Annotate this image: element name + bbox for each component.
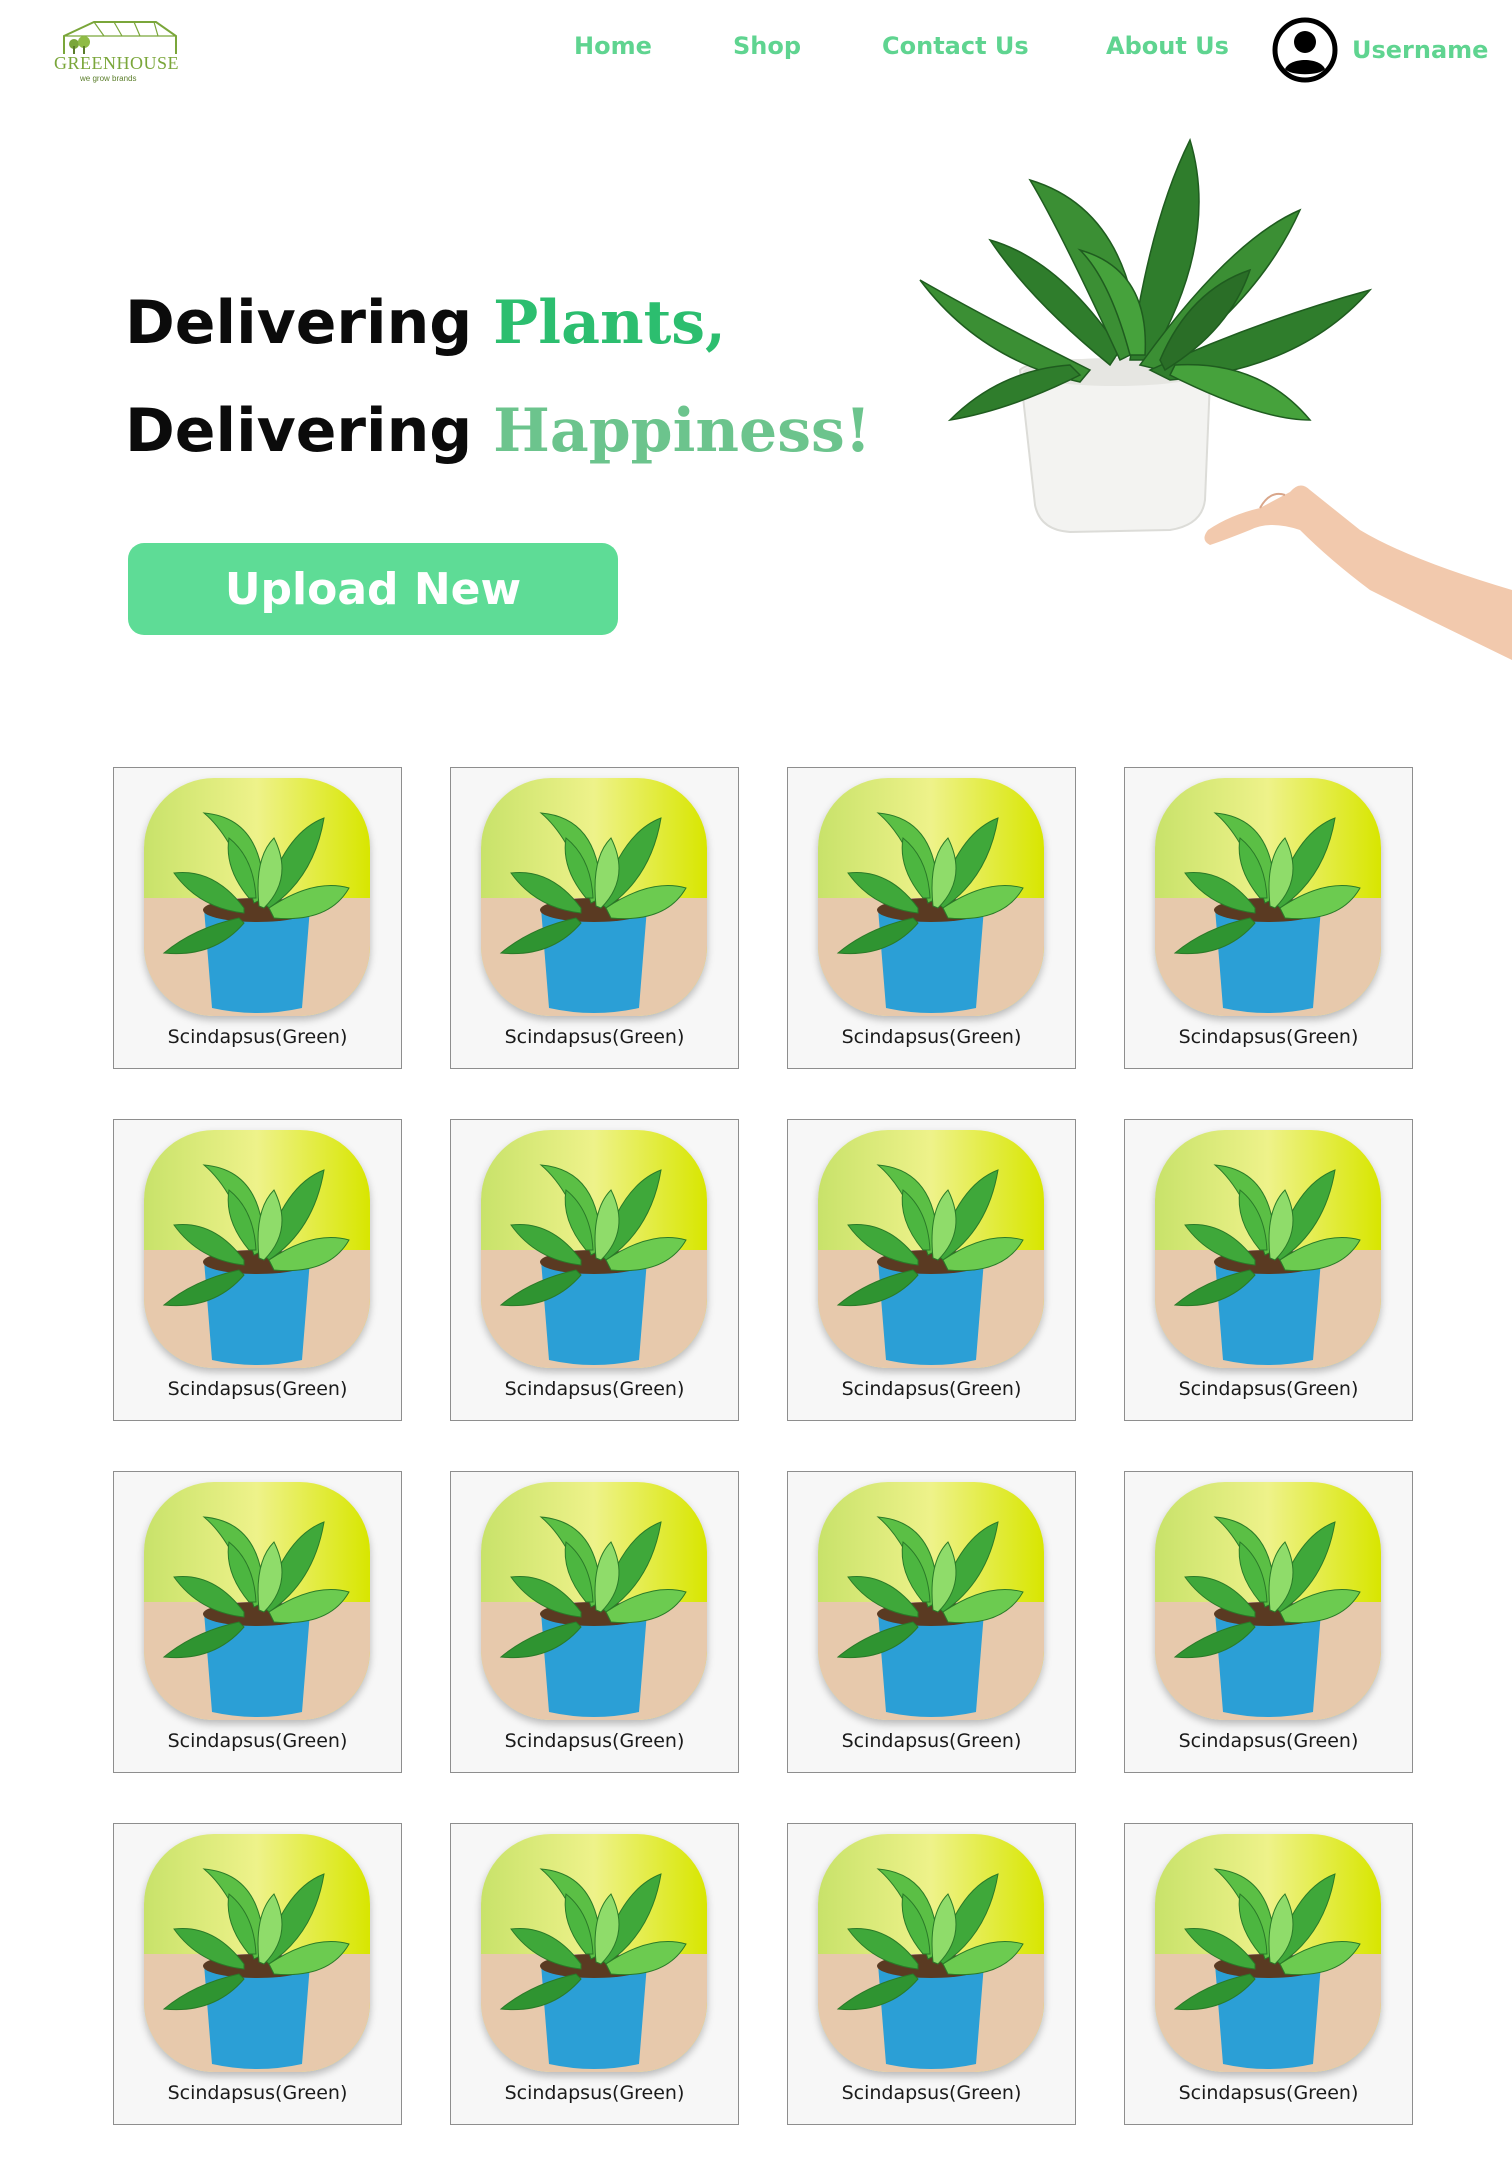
logo-wordmark: GREENHOUSE <box>54 53 179 73</box>
product-card[interactable]: Scindapsus(Green) <box>450 1823 739 2125</box>
hero-line2-accent: Happiness! <box>493 396 872 466</box>
hero-line1-prefix: Delivering <box>125 288 473 358</box>
pothos-blue-pot-image <box>481 1834 707 2072</box>
pothos-blue-pot-image <box>1155 1834 1381 2072</box>
product-card[interactable]: Scindapsus(Green) <box>787 767 1076 1069</box>
product-name: Scindapsus(Green) <box>841 1026 1022 1048</box>
product-name: Scindapsus(Green) <box>504 1730 685 1752</box>
product-image <box>818 778 1044 1016</box>
product-name: Scindapsus(Green) <box>167 1026 348 1048</box>
product-card[interactable]: Scindapsus(Green) <box>787 1471 1076 1773</box>
product-image <box>481 1834 707 2072</box>
product-name: Scindapsus(Green) <box>841 2082 1022 2104</box>
product-image <box>1155 778 1381 1016</box>
product-name: Scindapsus(Green) <box>1178 1026 1359 1048</box>
greenhouse-icon <box>63 21 177 54</box>
product-card[interactable]: Scindapsus(Green) <box>450 767 739 1069</box>
pothos-blue-pot-image <box>144 1482 370 1720</box>
product-name: Scindapsus(Green) <box>167 2082 348 2104</box>
product-name: Scindapsus(Green) <box>167 1730 348 1752</box>
hero-headline-2: Delivering Happiness! <box>125 396 871 466</box>
user-avatar-icon <box>1272 17 1338 83</box>
product-image <box>144 778 370 1016</box>
product-name: Scindapsus(Green) <box>841 1730 1022 1752</box>
product-name: Scindapsus(Green) <box>1178 1730 1359 1752</box>
product-image <box>1155 1482 1381 1720</box>
product-image <box>144 1130 370 1368</box>
pothos-blue-pot-image <box>818 1482 1044 1720</box>
product-image <box>481 778 707 1016</box>
upload-new-button[interactable]: Upload New <box>128 543 618 635</box>
plant-in-hand-image <box>919 137 1512 660</box>
product-image <box>481 1482 707 1720</box>
user-menu[interactable]: Username <box>1272 14 1488 86</box>
product-card[interactable]: Scindapsus(Green) <box>787 1823 1076 2125</box>
product-name: Scindapsus(Green) <box>504 1026 685 1048</box>
hero-headline-1: Delivering Plants, <box>125 288 726 358</box>
pothos-blue-pot-image <box>1155 778 1381 1016</box>
product-card[interactable]: Scindapsus(Green) <box>1124 1471 1413 1773</box>
product-card[interactable]: Scindapsus(Green) <box>787 1119 1076 1421</box>
greenhouse-logo[interactable]: GREENHOUSE we grow brands <box>44 14 184 84</box>
product-name: Scindapsus(Green) <box>504 2082 685 2104</box>
product-name: Scindapsus(Green) <box>841 1378 1022 1400</box>
nav-about-link[interactable]: About Us <box>1106 32 1229 60</box>
product-card[interactable]: Scindapsus(Green) <box>1124 767 1413 1069</box>
product-image <box>818 1834 1044 2072</box>
product-card[interactable]: Scindapsus(Green) <box>113 767 402 1069</box>
product-card[interactable]: Scindapsus(Green) <box>1124 1119 1413 1421</box>
pothos-blue-pot-image <box>1155 1482 1381 1720</box>
pothos-blue-pot-image <box>1155 1130 1381 1368</box>
product-card[interactable]: Scindapsus(Green) <box>113 1119 402 1421</box>
pothos-blue-pot-image <box>481 1482 707 1720</box>
product-name: Scindapsus(Green) <box>504 1378 685 1400</box>
pothos-blue-pot-image <box>144 1130 370 1368</box>
product-name: Scindapsus(Green) <box>1178 1378 1359 1400</box>
pothos-blue-pot-image <box>818 1130 1044 1368</box>
product-card[interactable]: Scindapsus(Green) <box>1124 1823 1413 2125</box>
hero-line1-accent: Plants, <box>493 288 726 358</box>
product-name: Scindapsus(Green) <box>1178 2082 1359 2104</box>
product-card[interactable]: Scindapsus(Green) <box>450 1119 739 1421</box>
pothos-blue-pot-image <box>144 778 370 1016</box>
pothos-blue-pot-image <box>481 1130 707 1368</box>
product-image <box>1155 1834 1381 2072</box>
pothos-blue-pot-image <box>144 1834 370 2072</box>
product-image <box>144 1834 370 2072</box>
nav-shop-link[interactable]: Shop <box>733 32 801 60</box>
product-image <box>818 1130 1044 1368</box>
product-image <box>1155 1130 1381 1368</box>
nav-home-link[interactable]: Home <box>574 32 652 60</box>
product-image <box>818 1482 1044 1720</box>
product-card[interactable]: Scindapsus(Green) <box>113 1823 402 2125</box>
header: GREENHOUSE we grow brands Home Shop Cont… <box>0 0 1512 100</box>
pothos-blue-pot-image <box>818 778 1044 1016</box>
pothos-blue-pot-image <box>481 778 707 1016</box>
product-card[interactable]: Scindapsus(Green) <box>113 1471 402 1773</box>
product-card[interactable]: Scindapsus(Green) <box>450 1471 739 1773</box>
nav-contact-link[interactable]: Contact Us <box>882 32 1029 60</box>
pothos-blue-pot-image <box>818 1834 1044 2072</box>
product-name: Scindapsus(Green) <box>167 1378 348 1400</box>
product-image <box>144 1482 370 1720</box>
username-label: Username <box>1352 36 1489 64</box>
hero-line2-prefix: Delivering <box>125 396 473 466</box>
product-image <box>481 1130 707 1368</box>
logo-tagline: we grow brands <box>80 74 137 83</box>
